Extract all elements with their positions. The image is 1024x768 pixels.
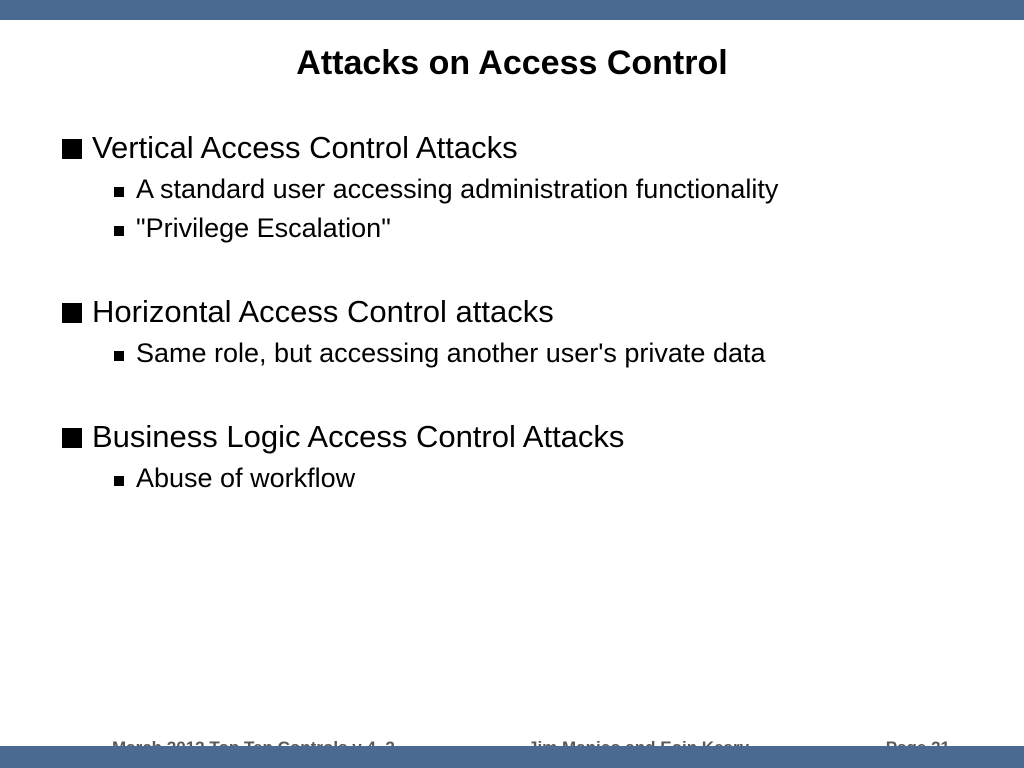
slide: Attacks on Access Control Vertical Acces… [0,0,1024,768]
sub-item: Same role, but accessing another user's … [114,338,962,369]
square-bullet-icon [62,139,82,159]
square-bullet-icon [62,303,82,323]
bottom-bar [0,746,1024,768]
section-heading: Vertical Access Control Attacks [62,130,962,166]
square-bullet-icon [62,428,82,448]
sub-item-text: "Privilege Escalation" [136,213,391,244]
section-heading: Horizontal Access Control attacks [62,294,962,330]
sub-item-text: Same role, but accessing another user's … [136,338,766,369]
section-heading: Business Logic Access Control Attacks [62,419,962,455]
small-square-bullet-icon [114,476,124,486]
sub-item-text: A standard user accessing administration… [136,174,778,205]
slide-content: Vertical Access Control Attacks A standa… [62,130,962,494]
heading-text: Business Logic Access Control Attacks [92,419,624,455]
sub-item: Abuse of workflow [114,463,962,494]
top-bar [0,0,1024,20]
sub-item: A standard user accessing administration… [114,174,962,205]
heading-text: Vertical Access Control Attacks [92,130,518,166]
small-square-bullet-icon [114,187,124,197]
heading-text: Horizontal Access Control attacks [92,294,554,330]
small-square-bullet-icon [114,351,124,361]
slide-title: Attacks on Access Control [0,44,1024,83]
sub-item: "Privilege Escalation" [114,213,962,244]
sub-item-text: Abuse of workflow [136,463,355,494]
small-square-bullet-icon [114,226,124,236]
